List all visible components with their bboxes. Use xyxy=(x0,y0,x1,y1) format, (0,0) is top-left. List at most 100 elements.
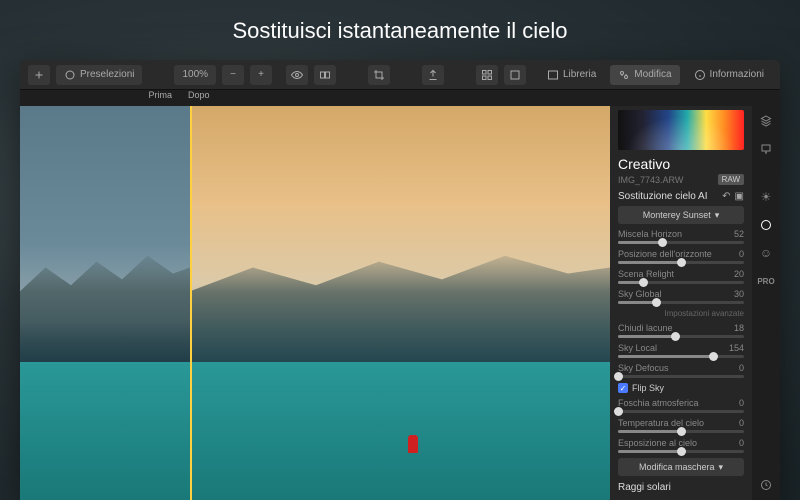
slider-track[interactable] xyxy=(618,375,744,378)
advanced-settings-link[interactable]: Impostazioni avanzate xyxy=(618,309,744,318)
slider-foschia-atmosferica[interactable]: Foschia atmosferica 0 xyxy=(618,398,744,413)
slider-track[interactable] xyxy=(618,281,744,284)
filename-row: IMG_7743.ARW RAW xyxy=(618,174,744,185)
presets-button[interactable]: Preselezioni xyxy=(56,65,142,85)
canvas-icon[interactable] xyxy=(757,140,775,158)
raggi-label: Raggi solari xyxy=(618,482,671,493)
slider-value: 18 xyxy=(734,323,744,333)
slider-track[interactable] xyxy=(618,410,744,413)
edit-mask-dropdown[interactable]: Modifica maschera▾ xyxy=(618,458,744,476)
slider-label: Miscela Horizon xyxy=(618,229,682,239)
slider-knob[interactable] xyxy=(677,447,686,456)
tab-info[interactable]: Informazioni xyxy=(686,65,772,85)
flip-sky-label: Flip Sky xyxy=(632,383,664,393)
slider-label: Esposizione al cielo xyxy=(618,438,697,448)
main-area: Creativo IMG_7743.ARW RAW Sostituzione c… xyxy=(20,106,780,500)
before-after-labels: Prima Dopo xyxy=(20,90,780,106)
flip-sky-row[interactable]: ✓ Flip Sky xyxy=(618,383,744,393)
slider-knob[interactable] xyxy=(709,352,718,361)
slider-knob[interactable] xyxy=(652,298,661,307)
slider-value: 0 xyxy=(739,249,744,259)
slider-knob[interactable] xyxy=(671,332,680,341)
zoom-value: 100% xyxy=(182,69,208,80)
zoom-dropdown[interactable]: 100% xyxy=(174,65,216,85)
slider-track[interactable] xyxy=(618,450,744,453)
essentials-icon[interactable]: ☀ xyxy=(757,188,775,206)
tab-library[interactable]: Libreria xyxy=(539,65,604,85)
zoom-in-button[interactable]: + xyxy=(250,65,272,85)
slider-knob[interactable] xyxy=(677,427,686,436)
crop-icon[interactable] xyxy=(368,65,390,85)
slider-knob[interactable] xyxy=(677,258,686,267)
tab-library-label: Libreria xyxy=(563,69,596,80)
single-icon[interactable] xyxy=(504,65,526,85)
slider-value: 30 xyxy=(734,289,744,299)
tab-info-label: Informazioni xyxy=(710,69,764,80)
slider-value: 0 xyxy=(739,438,744,448)
slider-value: 0 xyxy=(739,398,744,408)
slider-label: Scena Relight xyxy=(618,269,674,279)
info-icon xyxy=(694,69,706,81)
history-icon[interactable] xyxy=(757,476,775,494)
slider-knob[interactable] xyxy=(614,372,623,381)
slider-knob[interactable] xyxy=(658,238,667,247)
zoom-out-button[interactable]: − xyxy=(222,65,244,85)
slider-track[interactable] xyxy=(618,355,744,358)
presets-label: Preselezioni xyxy=(80,69,134,80)
app-window: Preselezioni 100% − + Libreria Modifica … xyxy=(20,60,780,500)
slider-esposizione-al-cielo[interactable]: Esposizione al cielo 0 xyxy=(618,438,744,453)
slider-sky-local[interactable]: Sky Local154 xyxy=(618,343,744,358)
add-button[interactable] xyxy=(28,65,50,85)
slider-track[interactable] xyxy=(618,335,744,338)
hero-title: Sostituisci istantaneamente il cielo xyxy=(0,0,800,58)
pro-icon[interactable]: PRO xyxy=(757,272,775,290)
filename: IMG_7743.ARW xyxy=(618,175,683,185)
slider-knob[interactable] xyxy=(639,278,648,287)
visibility-toggle-icon[interactable]: ▣ xyxy=(735,191,744,202)
presets-icon xyxy=(64,69,76,81)
mask-label: Modifica maschera xyxy=(639,462,715,472)
creative-icon[interactable] xyxy=(757,216,775,234)
slider-track[interactable] xyxy=(618,301,744,304)
export-icon[interactable] xyxy=(422,65,444,85)
flip-sky-checkbox[interactable]: ✓ xyxy=(618,383,628,393)
eye-icon[interactable] xyxy=(286,65,308,85)
preset-label: Monterey Sunset xyxy=(643,210,711,220)
slider-label: Temperatura del cielo xyxy=(618,418,704,428)
histogram[interactable] xyxy=(618,110,744,150)
slider-scena-relight[interactable]: Scena Relight20 xyxy=(618,269,744,284)
tab-edit[interactable]: Modifica xyxy=(610,65,679,85)
slider-sky-defocus[interactable]: Sky Defocus0 xyxy=(618,363,744,378)
slider-miscela-horizon[interactable]: Miscela Horizon 52 xyxy=(618,229,744,244)
edit-icon xyxy=(618,69,630,81)
slider-value: 154 xyxy=(729,343,744,353)
slider-label: Foschia atmosferica xyxy=(618,398,699,408)
slider-knob[interactable] xyxy=(614,407,623,416)
slider-temperatura-del-cielo[interactable]: Temperatura del cielo 0 xyxy=(618,418,744,433)
undo-icon[interactable]: ↶ xyxy=(722,191,730,202)
sky-preset-dropdown[interactable]: Monterey Sunset▾ xyxy=(618,206,744,224)
section-title: Creativo xyxy=(618,156,744,172)
library-icon xyxy=(547,69,559,81)
image-before xyxy=(20,106,190,500)
compare-icon[interactable] xyxy=(314,65,336,85)
toolbar: Preselezioni 100% − + Libreria Modifica … xyxy=(20,60,780,90)
compare-divider[interactable] xyxy=(190,106,192,500)
before-label: Prima xyxy=(20,90,180,106)
grid-icon[interactable] xyxy=(476,65,498,85)
slider-sky-global[interactable]: Sky Global30 xyxy=(618,289,744,304)
after-label: Dopo xyxy=(180,90,210,106)
slider-chiudi-lacune[interactable]: Chiudi lacune 18 xyxy=(618,323,744,338)
slider-track[interactable] xyxy=(618,430,744,433)
slider-posizione-dell-orizzonte[interactable]: Posizione dell'orizzonte0 xyxy=(618,249,744,264)
slider-track[interactable] xyxy=(618,241,744,244)
slider-value: 52 xyxy=(734,229,744,239)
layers-icon[interactable] xyxy=(757,112,775,130)
portrait-icon[interactable]: ☺ xyxy=(757,244,775,262)
slider-label: Chiudi lacune xyxy=(618,323,673,333)
slider-track[interactable] xyxy=(618,261,744,264)
slider-value: 0 xyxy=(739,418,744,428)
image-canvas[interactable] xyxy=(20,106,610,500)
tab-edit-label: Modifica xyxy=(634,69,671,80)
tool-name: Sostituzione cielo AI xyxy=(618,191,708,202)
